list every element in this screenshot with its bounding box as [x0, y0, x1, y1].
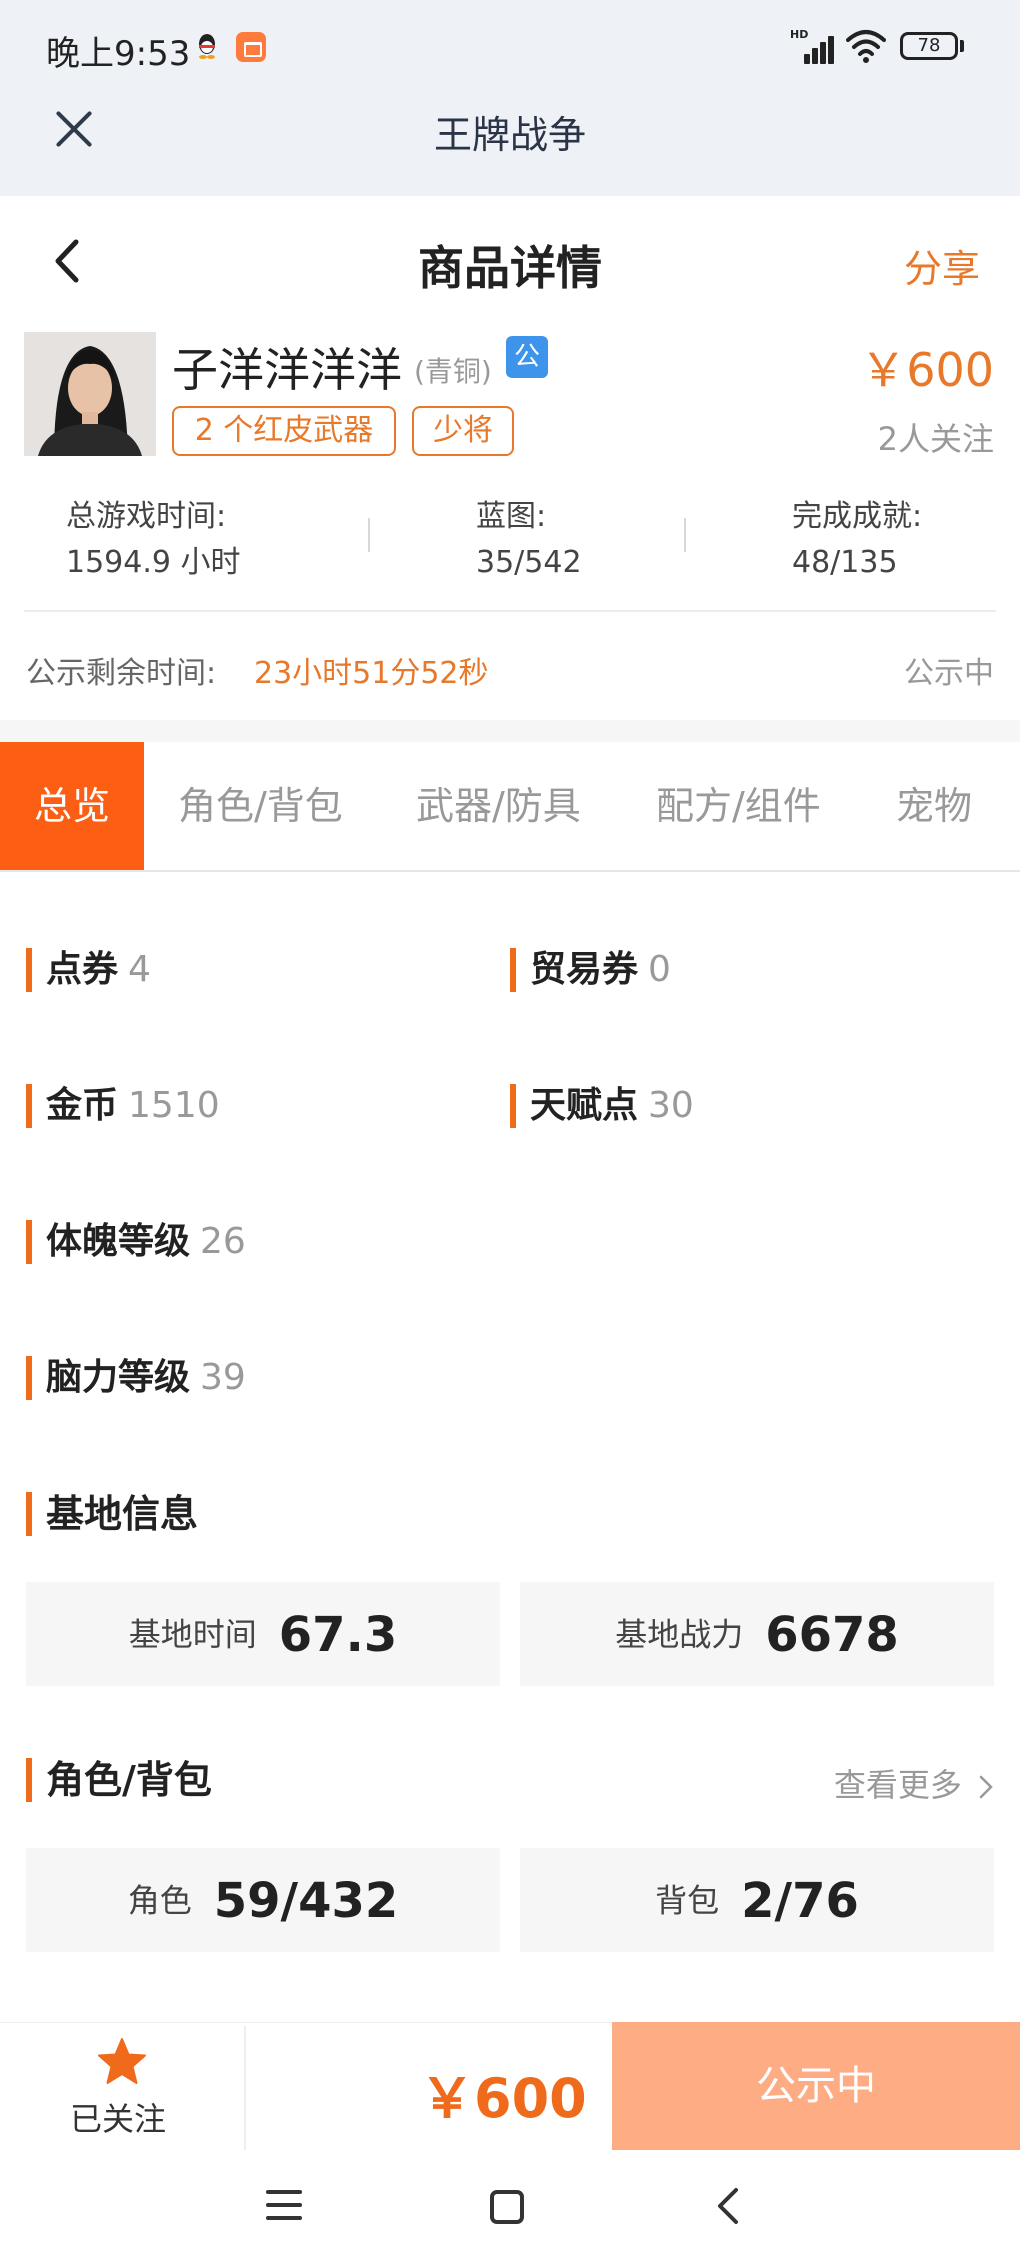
bottom-price: ￥600: [420, 2067, 587, 2130]
tag-rank: 少将: [412, 406, 514, 456]
page-title: 商品详情: [418, 241, 602, 295]
info-label: 脑力等级: [46, 1357, 191, 1398]
battery-tip: [960, 40, 964, 52]
status-time: 晚上9:53: [46, 34, 191, 74]
avatar: [24, 332, 156, 456]
cellular-signal-icon: HD: [790, 28, 834, 64]
seller-rank: (青铜): [414, 355, 492, 388]
info-label: 贸易券: [530, 949, 639, 990]
stat-playtime-value: 1594.9 小时: [66, 545, 241, 580]
stat-divider: [684, 518, 686, 552]
view-more-label: 查看更多: [833, 1766, 962, 1804]
info-value: 39: [200, 1357, 246, 1398]
qq-icon: [199, 34, 215, 59]
share-button[interactable]: 分享: [904, 238, 980, 293]
hd-label: HD: [790, 28, 809, 41]
tag-red-weapons: 2 个红皮武器: [172, 406, 396, 456]
star-icon[interactable]: [96, 2036, 148, 2088]
info-value: 1510: [128, 1085, 220, 1126]
info-value: 26: [200, 1221, 246, 1262]
publicity-button[interactable]: 公示中: [612, 2022, 1020, 2150]
view-more-link[interactable]: 查看更多: [834, 1760, 994, 1806]
tab-underline: [0, 870, 1020, 872]
tab-pets[interactable]: 宠物: [896, 742, 972, 870]
info-label: 体魄等级: [46, 1221, 191, 1262]
publicity-status: 公示中: [904, 656, 994, 691]
section-title: 角色/背包: [46, 1758, 212, 1802]
card-backpack[interactable]: 背包 2/76: [520, 1848, 994, 1952]
follower-count: 2人关注: [877, 420, 994, 458]
menu-icon[interactable]: [266, 2190, 302, 2220]
card-label: 基地战力: [615, 1615, 744, 1654]
official-badge: 公: [506, 336, 548, 378]
stat-playtime: 总游戏时间: 1594.9 小时: [66, 494, 241, 586]
card-roles[interactable]: 角色 59/432: [26, 1848, 500, 1952]
card-label: 基地时间: [128, 1615, 257, 1654]
tab-role-backpack[interactable]: 角色/背包: [178, 742, 343, 870]
section-title: 基地信息: [46, 1492, 199, 1536]
stat-blueprints-label: 蓝图:: [476, 499, 547, 534]
info-label: 天赋点: [530, 1085, 639, 1126]
stat-achievements: 完成成就: 48/135: [792, 494, 922, 586]
info-label: 点券: [46, 949, 119, 990]
stat-playtime-label: 总游戏时间:: [66, 499, 227, 534]
tab-overview[interactable]: 总览: [0, 742, 144, 870]
battery-indicator: 78: [900, 32, 958, 60]
app-title: 王牌战争: [433, 113, 586, 157]
card-label: 背包: [655, 1881, 720, 1920]
stat-blueprints-value: 35/542: [476, 545, 582, 580]
tab-recipes-parts[interactable]: 配方/组件: [656, 742, 821, 870]
card-base-time: 基地时间 67.3: [26, 1582, 500, 1686]
shopping-app-icon: [236, 32, 266, 62]
item-price: ￥600: [860, 343, 994, 397]
bottom-divider: [244, 2026, 246, 2150]
card-value: 2/76: [741, 1872, 859, 1929]
info-label: 金币: [46, 1085, 119, 1126]
info-value: 0: [648, 949, 671, 990]
card-base-power: 基地战力 6678: [520, 1582, 994, 1686]
countdown-label: 公示剩余时间:: [26, 656, 217, 691]
section-gap: [0, 720, 1020, 742]
divider: [24, 610, 996, 612]
stat-blueprints: 蓝图: 35/542: [476, 494, 582, 586]
stat-achievements-value: 48/135: [792, 545, 898, 580]
card-value: 59/432: [213, 1872, 399, 1929]
nav-back-icon[interactable]: [714, 2186, 742, 2226]
chevron-right-icon: [979, 1775, 993, 1799]
stat-divider: [368, 518, 370, 552]
stat-achievements-label: 完成成就:: [792, 499, 923, 534]
card-value: 67.3: [278, 1606, 398, 1663]
wifi-icon: [846, 30, 886, 63]
info-value: 30: [648, 1085, 694, 1126]
countdown-value: 23小时51分52秒: [254, 656, 489, 691]
card-label: 角色: [127, 1881, 192, 1920]
info-value: 4: [128, 949, 151, 990]
home-icon[interactable]: [490, 2190, 524, 2224]
follow-button[interactable]: 已关注: [70, 2094, 166, 2140]
card-value: 6678: [765, 1606, 899, 1663]
tab-weapons-armor[interactable]: 武器/防具: [416, 742, 581, 870]
seller-name: 子洋洋洋洋: [172, 343, 402, 397]
